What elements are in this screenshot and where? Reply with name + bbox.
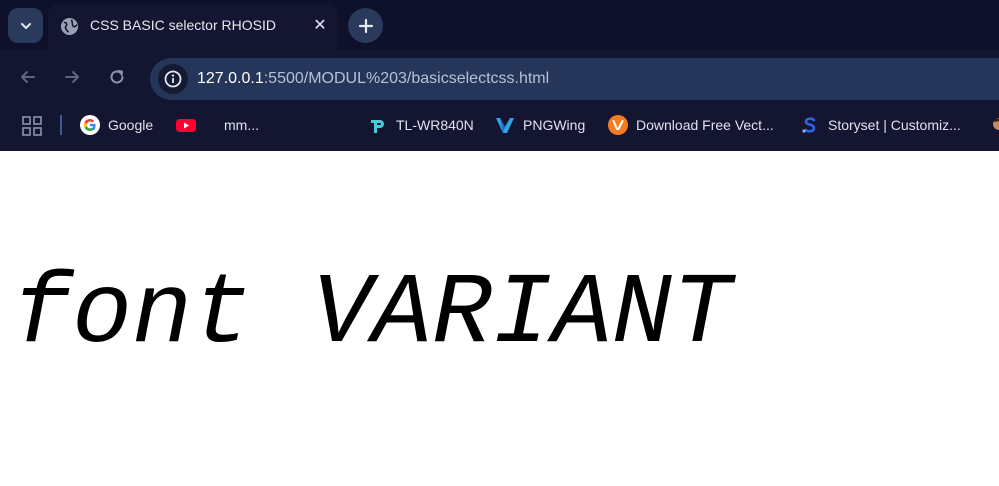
page-content: font VARIANT [0,151,999,486]
tab-title: CSS BASIC selector RHOSID [90,17,276,33]
globe-icon [60,17,79,36]
bookmarks-bar: Google mm... TL-WR840N PNGWing Download … [0,105,999,145]
bookmark-mm[interactable]: mm... [224,114,259,136]
bookmark-youtube[interactable] [176,114,204,136]
bookmark-vecteezy[interactable]: Download Free Vect... [608,114,774,136]
back-button[interactable] [15,64,41,90]
bookmark-label: Download Free Vect... [636,117,774,133]
toolbar: 127.0.0.1:5500/MODUL%203/basicselectcss.… [0,50,999,105]
tp-link-icon [368,115,388,135]
bookmarks-divider [60,115,62,135]
tab-strip: CSS BASIC selector RHOSID ✕ [0,0,999,50]
close-tab-button[interactable]: ✕ [310,16,330,36]
reload-button[interactable] [104,64,130,90]
new-tab-button[interactable] [348,8,383,43]
browser-chrome: CSS BASIC selector RHOSID ✕ 127.0.0.1:55… [0,0,999,151]
vecteezy-icon [608,115,628,135]
bookmark-label: PNGWing [523,117,586,133]
info-icon [164,70,182,88]
url-path: :5500/MODUL%203/basicselectcss.html [263,70,550,87]
site-info-button[interactable] [158,64,188,94]
storyset-icon [800,115,820,135]
forward-button[interactable] [59,64,85,90]
bookmark-label: Storyset | Customiz... [828,117,961,133]
address-bar[interactable]: 127.0.0.1:5500/MODUL%203/basicselectcss.… [150,58,999,100]
reload-icon [110,70,124,84]
youtube-icon [176,115,196,135]
bookmark-pngwing[interactable]: PNGWing [495,114,585,136]
tab-active[interactable]: CSS BASIC selector RHOSID ✕ [48,4,338,50]
bookmark-label: mm... [224,117,259,133]
tab-search-button[interactable] [8,8,43,43]
bookmark-storyset[interactable]: Storyset | Customiz... [800,114,961,136]
bookmark-tl-wr840n[interactable]: TL-WR840N [368,114,474,136]
pngwing-icon [495,115,515,135]
bookmark-label: TL-WR840N [396,117,474,133]
url-text[interactable]: 127.0.0.1:5500/MODUL%203/basicselectcss.… [197,70,549,88]
google-icon [80,115,100,135]
bookmark-google[interactable]: Google [80,114,153,136]
font-variant-heading: font VARIANT [12,259,733,372]
back-arrow-icon [21,71,35,83]
apps-grid-icon[interactable] [22,116,42,136]
bookmark-label: Google [108,117,154,133]
url-host: 127.0.0.1 [197,70,264,87]
avatar-icon[interactable] [991,116,999,136]
chevron-down-icon [20,22,31,29]
forward-arrow-icon [65,71,79,83]
plus-icon [358,18,373,33]
